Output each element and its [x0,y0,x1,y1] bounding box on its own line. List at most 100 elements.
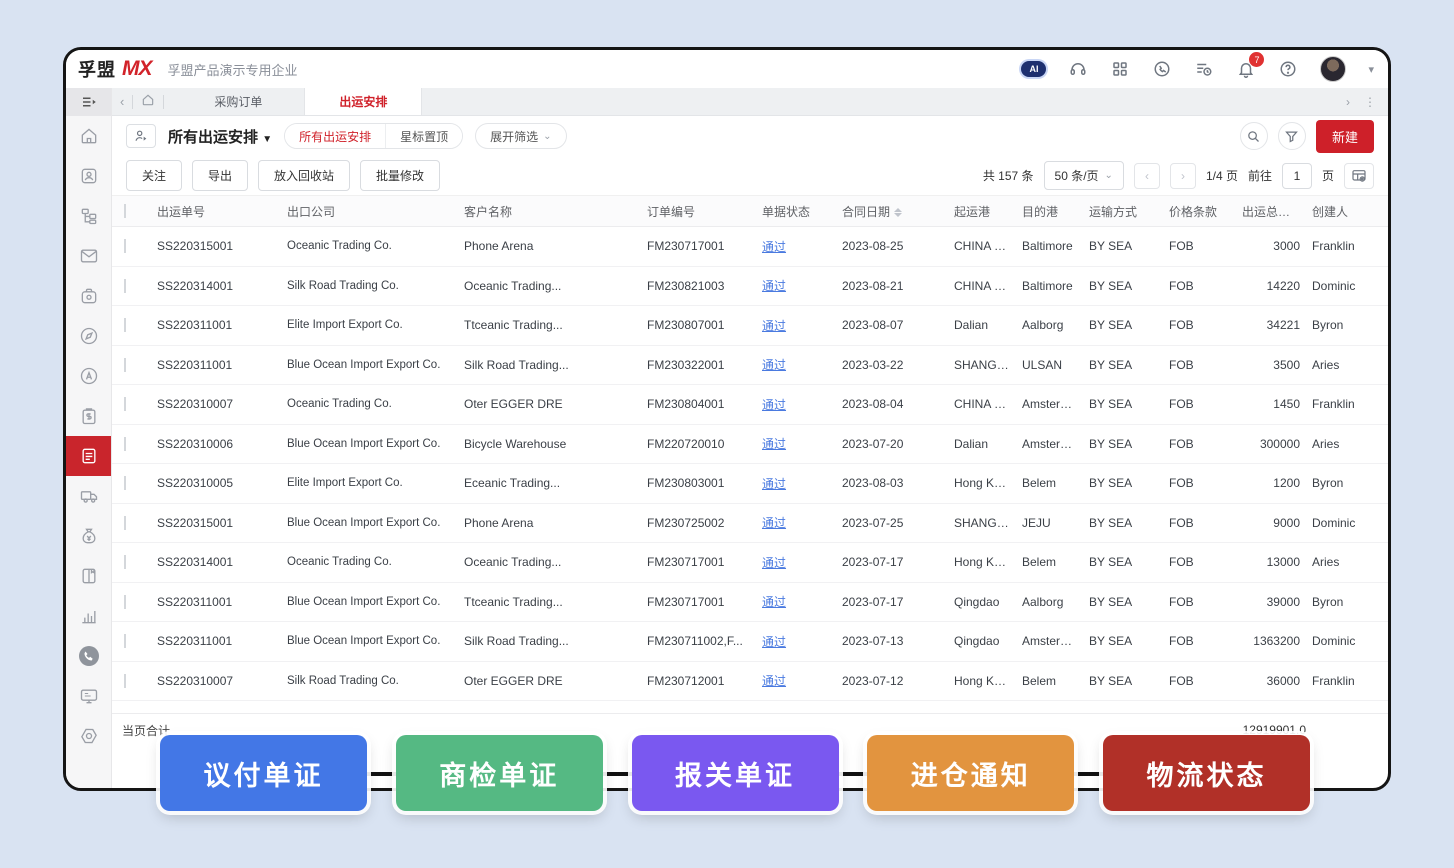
row-checkbox[interactable] [124,279,126,293]
sidebar-item-contacts[interactable] [66,156,111,196]
status-link[interactable]: 通过 [762,674,786,688]
sidebar-item-settings-gear[interactable] [66,716,111,756]
row-checkbox[interactable] [124,397,126,411]
table-row[interactable]: SS220315001 Oceanic Trading Co. Phone Ar… [112,227,1388,267]
select-all-checkbox[interactable] [124,204,126,218]
customs-docs-button[interactable]: 报关单证 [632,735,839,811]
owner-filter-icon[interactable] [126,124,156,148]
logistics-status-button[interactable]: 物流状态 [1103,735,1310,811]
cell-creator: Dominic [1306,279,1388,293]
cell-customer: Oter EGGER DRE [458,674,641,688]
avatar-chevron-down-icon[interactable]: ▾ [1368,63,1374,76]
row-checkbox[interactable] [124,476,126,490]
col-contract-date[interactable]: 合同日期 [836,203,948,220]
view-title-dropdown[interactable]: 所有出运安排 ▼ [168,126,272,147]
sidebar-collapse-icon[interactable] [66,88,111,116]
table-row[interactable]: SS220310007 Silk Road Trading Co. Oter E… [112,662,1388,702]
status-link[interactable]: 通过 [762,279,786,293]
next-page-button[interactable]: › [1170,163,1196,189]
cell-contract-date: 2023-08-07 [836,318,948,332]
export-button[interactable]: 导出 [192,160,248,191]
row-checkbox[interactable] [124,358,126,372]
row-checkbox[interactable] [124,555,126,569]
search-icon[interactable] [1240,122,1268,150]
page-size-select[interactable]: 50 条/页⌄ [1044,161,1124,190]
table-row[interactable]: SS220310007 Oceanic Trading Co. Oter EGG… [112,385,1388,425]
expand-filter-button[interactable]: 展开筛选 ⌄ [475,123,566,149]
inspection-docs-button[interactable]: 商检单证 [396,735,603,811]
status-link[interactable]: 通过 [762,358,786,372]
tab-forward-icon[interactable]: › [1346,95,1350,109]
table-row[interactable]: SS220311001 Elite Import Export Co. Ttce… [112,306,1388,346]
row-checkbox[interactable] [124,516,126,530]
sidebar-item-business-bag[interactable] [66,276,111,316]
status-link[interactable]: 通过 [762,240,786,254]
pill-star-pinned[interactable]: 星标置顶 [385,124,462,148]
cell-transport: BY SEA [1083,555,1163,569]
status-link[interactable]: 通过 [762,635,786,649]
table-row[interactable]: SS220310005 Elite Import Export Co. Ecea… [112,464,1388,504]
table-row[interactable]: SS220314001 Silk Road Trading Co. Oceani… [112,267,1388,307]
batch-edit-button[interactable]: 批量修改 [360,160,440,191]
headset-support-icon[interactable] [1068,59,1088,79]
whatsapp-icon[interactable] [1152,59,1172,79]
column-settings-icon[interactable] [1344,163,1374,189]
table-row[interactable]: SS220310006 Blue Ocean Import Export Co.… [112,425,1388,465]
sidebar-item-monitor[interactable] [66,676,111,716]
tab-more-icon[interactable]: ⋮ [1364,95,1376,109]
tab-shipping-arrangement[interactable]: 出运安排 [305,88,422,115]
sidebar-item-notebook[interactable] [66,556,111,596]
warehouse-notice-button[interactable]: 进仓通知 [867,735,1074,811]
table-row[interactable]: SS220311001 Blue Ocean Import Export Co.… [112,583,1388,623]
row-checkbox[interactable] [124,634,126,648]
sidebar-item-finance-clipboard[interactable] [66,396,111,436]
status-link[interactable]: 通过 [762,437,786,451]
status-link[interactable]: 通过 [762,516,786,530]
sort-icon[interactable] [894,208,902,217]
cell-from-port: Qingdao [948,634,1016,648]
row-checkbox[interactable] [124,437,126,451]
cell-order-no: FM230711002,F... [641,634,756,648]
row-checkbox[interactable] [124,239,126,253]
follow-button[interactable]: 关注 [126,160,182,191]
sidebar-item-mail[interactable] [66,236,111,276]
table-row[interactable]: SS220311001 Blue Ocean Import Export Co.… [112,346,1388,386]
filter-funnel-icon[interactable] [1278,122,1306,150]
table-row[interactable]: SS220314001 Oceanic Trading Co. Oceanic … [112,543,1388,583]
sidebar-item-bar-chart[interactable] [66,596,111,636]
ai-assistant-button[interactable]: AI [1021,61,1046,77]
new-button[interactable]: 新建 [1316,120,1374,153]
table-row[interactable]: SS220315001 Blue Ocean Import Export Co.… [112,504,1388,544]
cell-customer: Silk Road Trading... [458,634,641,648]
apps-grid-icon[interactable] [1110,59,1130,79]
tab-purchase-orders[interactable]: 采购订单 [172,88,305,115]
status-link[interactable]: 通过 [762,319,786,333]
row-checkbox[interactable] [124,674,126,688]
status-link[interactable]: 通过 [762,477,786,491]
task-list-icon[interactable] [1194,59,1214,79]
sidebar-item-circle-a[interactable] [66,356,111,396]
row-checkbox[interactable] [124,318,126,332]
notifications-bell-icon[interactable]: 7 [1236,59,1256,79]
status-link[interactable]: 通过 [762,556,786,570]
negotiation-docs-button[interactable]: 议付单证 [160,735,367,811]
status-link[interactable]: 通过 [762,398,786,412]
prev-page-button[interactable]: ‹ [1134,163,1160,189]
recycle-bin-button[interactable]: 放入回收站 [258,160,350,191]
sidebar-item-money-bag[interactable] [66,516,111,556]
user-avatar[interactable] [1320,56,1346,82]
tab-home-icon[interactable] [141,93,155,110]
sidebar-item-org-flow[interactable] [66,196,111,236]
sidebar-item-whatsapp[interactable] [66,636,111,676]
status-link[interactable]: 通过 [762,595,786,609]
help-icon[interactable] [1278,59,1298,79]
pill-all-shipping[interactable]: 所有出运安排 [285,124,385,148]
sidebar-item-home[interactable] [66,116,111,156]
sidebar-item-compass[interactable] [66,316,111,356]
row-checkbox[interactable] [124,595,126,609]
table-row[interactable]: SS220311001 Blue Ocean Import Export Co.… [112,622,1388,662]
tab-back-icon[interactable]: ‹ [120,94,124,109]
sidebar-item-shipping-docs-active[interactable] [66,436,111,476]
goto-page-input[interactable] [1282,163,1312,189]
sidebar-item-logistics-truck[interactable] [66,476,111,516]
